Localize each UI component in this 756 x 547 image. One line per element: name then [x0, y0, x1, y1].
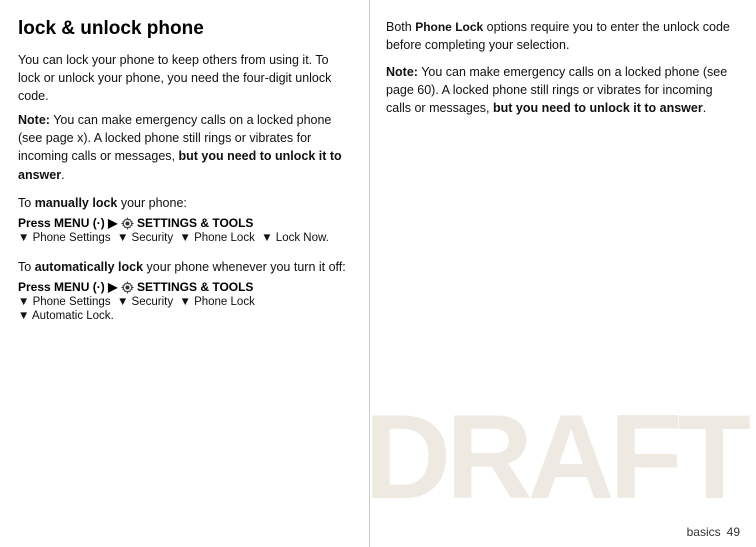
- auto-rest: your phone whenever you turn it off:: [143, 260, 346, 274]
- right-note-paragraph: Note: You can make emergency calls on a …: [386, 63, 740, 117]
- settings-label-2: SETTINGS & TOOLS: [137, 280, 253, 294]
- page-container: lock & unlock phone You can lock your ph…: [0, 0, 756, 547]
- breadcrumb-1d: ▼ Lock Now: [261, 232, 325, 244]
- menu-line-2: Press MENU (·) ▶ SETTINGS & TOOLS: [18, 280, 353, 294]
- press-menu-1: Press MENU: [18, 216, 89, 230]
- breadcrumb-1c: ▼ Phone Lock: [180, 232, 255, 244]
- menu-line-1: Press MENU (·) ▶ SETTINGS & TOOLS: [18, 216, 353, 230]
- right-intro-paragraph: Both Phone Lock options require you to e…: [386, 18, 740, 55]
- breadcrumb-row-2b: ▼ Automatic Lock.: [18, 310, 353, 322]
- auto-lock-intro: To automatically lock your phone wheneve…: [18, 258, 353, 276]
- phone-lock-code: Phone Lock: [415, 20, 483, 34]
- breadcrumb-row-2: ▼ Phone Settings ▼ Security ▼ Phone Lock: [18, 296, 353, 308]
- note-label-1: Note:: [18, 113, 50, 127]
- right-intro-text: Both: [386, 20, 415, 34]
- page-number: 49: [727, 525, 740, 539]
- settings-label-1: SETTINGS & TOOLS: [137, 216, 253, 230]
- breadcrumb-1a: ▼ Phone Settings: [18, 232, 111, 244]
- menu-dot-1: (·): [93, 216, 105, 230]
- intro-paragraph: You can lock your phone to keep others f…: [18, 51, 353, 105]
- menu-arrow-1: ▶: [108, 216, 117, 230]
- menu-arrow-2: ▶: [108, 280, 117, 294]
- note-paragraph-1: Note: You can make emergency calls on a …: [18, 111, 353, 184]
- breadcrumb-row-1: ▼ Phone Settings ▼ Security ▼ Phone Lock…: [18, 232, 353, 244]
- page-label: basics: [687, 525, 721, 539]
- auto-bold: automatically lock: [35, 260, 143, 274]
- manual-to: To: [18, 196, 35, 210]
- breadcrumb-1b: ▼ Security: [117, 232, 173, 244]
- breadcrumb-2c: ▼ Phone Lock: [180, 296, 255, 308]
- note-label-right: Note:: [386, 65, 418, 79]
- auto-to: To: [18, 260, 35, 274]
- manual-bold: manually lock: [35, 196, 118, 210]
- breadcrumb-2a: ▼ Phone Settings: [18, 296, 111, 308]
- gear-icon-2: [121, 281, 134, 294]
- note-end-1: .: [61, 168, 64, 182]
- left-column: lock & unlock phone You can lock your ph…: [0, 0, 370, 547]
- draft-watermark: DRAFT: [364, 397, 746, 517]
- manual-lock-intro: To manually lock your phone:: [18, 194, 353, 212]
- menu-dot-2: (·): [93, 280, 105, 294]
- page-footer: basics 49: [370, 517, 756, 547]
- manual-rest: your phone:: [117, 196, 187, 210]
- note-bold-right: but you need to unlock it to answer: [493, 101, 703, 115]
- right-column: Both Phone Lock options require you to e…: [370, 0, 756, 547]
- note-end-right: .: [703, 101, 706, 115]
- page-title: lock & unlock phone: [18, 18, 353, 41]
- intro-text: You can lock your phone to keep others f…: [18, 53, 331, 103]
- breadcrumb-2b: ▼ Security: [117, 296, 173, 308]
- gear-icon-1: [121, 217, 134, 230]
- breadcrumb-2d: ▼ Automatic Lock: [18, 310, 111, 322]
- press-menu-2: Press MENU: [18, 280, 89, 294]
